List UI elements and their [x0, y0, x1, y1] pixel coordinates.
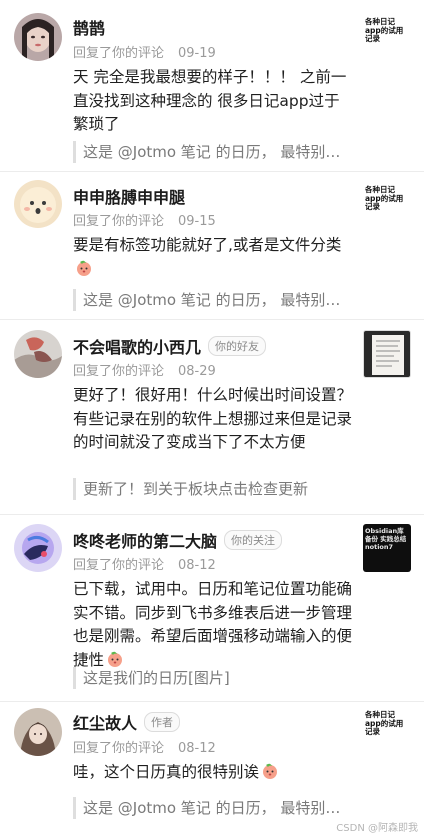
- date: 08-12: [178, 741, 216, 756]
- notification-item[interactable]: 不会唱歌的小西几 你的好友 回复了你的评论 08-29 更好了！很好用！什么时候出…: [0, 320, 424, 515]
- quoted-comment[interactable]: 这是 @Jotmo 笔记 的日历， 最特别…: [73, 797, 358, 819]
- peach-emoji-icon: [77, 260, 91, 276]
- meta-line: 回复了你的评论 09-15: [73, 210, 216, 229]
- friend-badge: 你的好友: [208, 336, 267, 356]
- action-text: 回复了你的评论: [73, 46, 165, 61]
- avatar[interactable]: [14, 330, 62, 378]
- note-thumbnail[interactable]: 各种日记app的试用记录: [363, 15, 411, 63]
- note-thumbnail[interactable]: 各种日记app的试用记录: [363, 708, 411, 756]
- notification-item[interactable]: 申申胳膊申申腿 回复了你的评论 09-15 要是有标签功能就好了,或者是文件分类 …: [0, 172, 424, 320]
- author-badge: 作者: [144, 712, 181, 732]
- comment-notification-list: 鹊鹊 回复了你的评论 09-19 天 完全是我最想要的样子！！！ 之前一直没找到这…: [0, 0, 424, 829]
- comment-text[interactable]: 天 完全是我最想要的样子！！！ 之前一直没找到这种理念的 很多日记app过于繁琐…: [73, 66, 355, 137]
- comment-text[interactable]: 要是有标签功能就好了,或者是文件分类: [73, 234, 355, 281]
- date: 08-29: [178, 364, 216, 379]
- username[interactable]: 申申胳膊申申腿: [73, 184, 185, 208]
- notebook-photo-icon: [364, 331, 410, 377]
- username[interactable]: 不会唱歌的小西几: [73, 334, 201, 358]
- comment-text[interactable]: 已下载，试用中。日历和笔记位置功能确实不错。同步到飞书多维表后进一步管理也是刚需…: [73, 578, 355, 672]
- date: 08-12: [178, 558, 216, 573]
- comment-text[interactable]: 更好了！很好用！什么时候出时间设置？有些记录在别的软件上想挪过来但是记录的时间就…: [73, 384, 355, 455]
- peach-emoji-icon: [108, 651, 123, 667]
- action-text: 回复了你的评论: [73, 364, 165, 379]
- username[interactable]: 咚咚老师的第二大脑: [73, 528, 217, 552]
- watermark: CSDN @阿森即我: [336, 823, 418, 834]
- note-thumbnail[interactable]: 各种日记app的试用记录: [363, 183, 411, 231]
- notification-item[interactable]: 咚咚老师的第二大脑 你的关注 回复了你的评论 08-12 已下载，试用中。日历和笔…: [0, 515, 424, 702]
- comment-text[interactable]: 哇，这个日历真的很特别诶: [73, 761, 355, 785]
- meta-line: 回复了你的评论 09-19: [73, 42, 216, 61]
- comment-text-content: 要是有标签功能就好了,或者是文件分类: [73, 236, 342, 254]
- note-thumbnail[interactable]: Obsidian库 备份 实践总结 notion7: [363, 524, 411, 572]
- quoted-comment[interactable]: 这是 @Jotmo 笔记 的日历， 最特别…: [73, 141, 358, 163]
- note-thumbnail[interactable]: [363, 330, 411, 378]
- quoted-comment[interactable]: 这是我们的日历[图片]: [73, 667, 358, 689]
- avatar[interactable]: [14, 708, 62, 756]
- notification-item[interactable]: 鹊鹊 回复了你的评论 09-19 天 完全是我最想要的样子！！！ 之前一直没找到这…: [0, 0, 424, 172]
- thumbnail-text: 各种日记app的试用记录: [365, 185, 404, 211]
- username[interactable]: 红尘故人: [73, 710, 137, 734]
- meta-line: 回复了你的评论 08-29: [73, 360, 216, 379]
- date: 09-15: [178, 214, 216, 229]
- thumbnail-text: 各种日记app的试用记录: [365, 17, 404, 43]
- action-text: 回复了你的评论: [73, 214, 165, 229]
- quoted-comment[interactable]: 这是 @Jotmo 笔记 的日历， 最特别…: [73, 289, 358, 311]
- following-badge: 你的关注: [224, 530, 283, 550]
- meta-line: 回复了你的评论 08-12: [73, 737, 216, 756]
- avatar[interactable]: [14, 13, 62, 61]
- action-text: 回复了你的评论: [73, 558, 165, 573]
- avatar[interactable]: [14, 180, 62, 228]
- thumbnail-text: Obsidian库 备份 实践总结 notion7: [365, 527, 407, 551]
- avatar[interactable]: [14, 524, 62, 572]
- quoted-comment[interactable]: 更新了！到关于板块点击检查更新: [73, 478, 358, 500]
- comment-text-content: 哇，这个日历真的很特别诶: [73, 763, 260, 781]
- notification-item[interactable]: 红尘故人 作者 回复了你的评论 08-12 哇，这个日历真的很特别诶 这是 @Jo…: [0, 702, 424, 829]
- date: 09-19: [178, 46, 216, 61]
- peach-emoji-icon: [263, 763, 278, 779]
- meta-line: 回复了你的评论 08-12: [73, 554, 216, 573]
- thumbnail-text: 各种日记app的试用记录: [365, 710, 404, 736]
- action-text: 回复了你的评论: [73, 741, 165, 756]
- username[interactable]: 鹊鹊: [73, 15, 105, 39]
